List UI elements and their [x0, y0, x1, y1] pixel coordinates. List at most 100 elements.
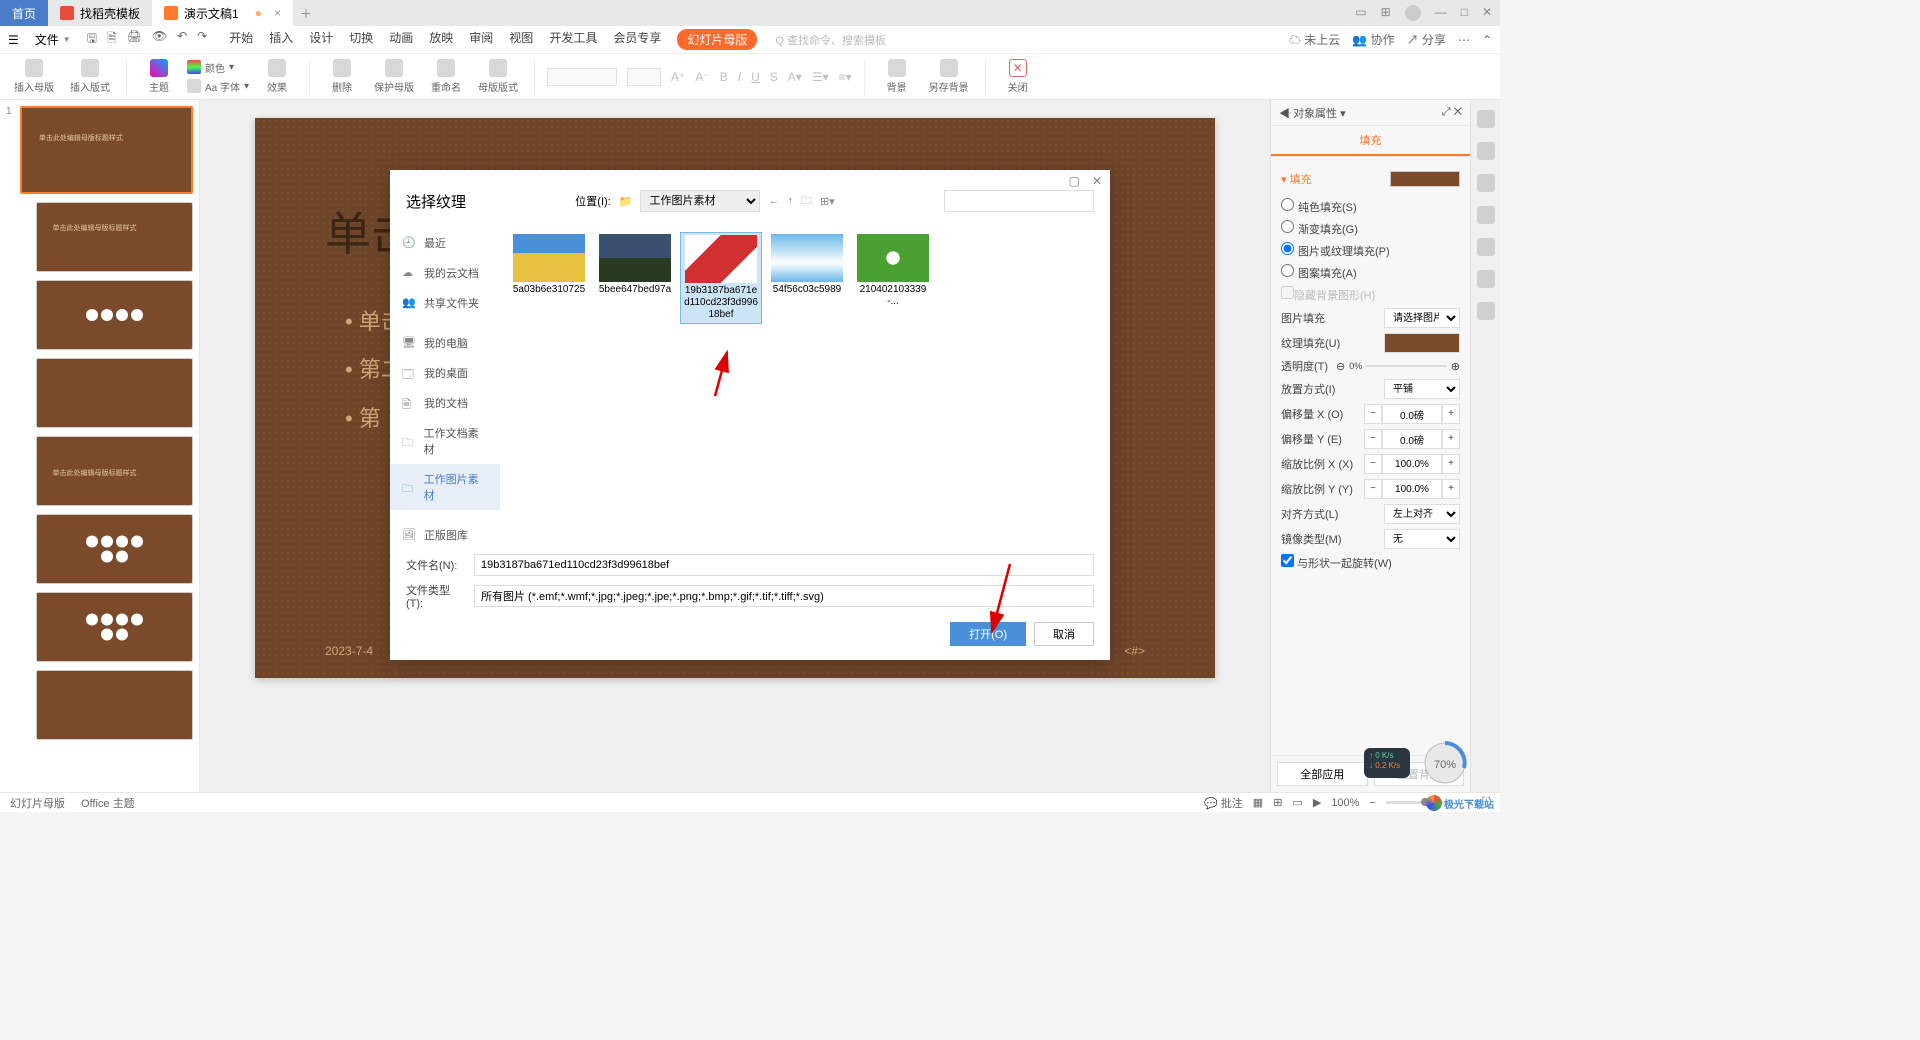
font-color-icon[interactable]: A▾: [788, 70, 802, 84]
file-4[interactable]: 54f56c03c5989: [766, 232, 848, 324]
status-comment[interactable]: 💬 批注: [1204, 795, 1243, 811]
mirror-select[interactable]: 无: [1384, 529, 1460, 549]
apply-all-button[interactable]: 全部应用: [1277, 762, 1368, 786]
rename-button[interactable]: 重命名: [426, 59, 466, 94]
side-wpic[interactable]: 🗀工作图片素材: [390, 464, 500, 510]
effects-button[interactable]: 效果: [257, 59, 297, 94]
opacity-inc[interactable]: ⊕: [1451, 360, 1460, 373]
thumb-layout-5[interactable]: [36, 514, 193, 584]
radio-pattern[interactable]: 图案填充(A): [1281, 264, 1357, 281]
close-master-button[interactable]: ✕关闭: [998, 59, 1038, 94]
strip-icon-1[interactable]: [1477, 110, 1495, 128]
view-icon[interactable]: ⊞▾: [820, 195, 835, 208]
fill-swatch[interactable]: [1390, 171, 1460, 187]
background-button[interactable]: 背景: [877, 59, 917, 94]
side-wdoc[interactable]: 🗀工作文档素材: [390, 418, 500, 464]
menu-play[interactable]: 放映: [429, 29, 453, 50]
view-slideshow-icon[interactable]: ▶: [1313, 796, 1321, 809]
menu-master[interactable]: 幻灯片母版: [677, 29, 757, 50]
command-search[interactable]: Q 查找命令、搜索模板: [775, 32, 886, 48]
bullets-icon[interactable]: ☰▾: [812, 70, 829, 84]
close-window-icon[interactable]: ✕: [1482, 5, 1492, 21]
tab-fill[interactable]: 填充: [1271, 126, 1470, 156]
maximize-icon[interactable]: □: [1461, 5, 1468, 21]
side-share[interactable]: 👥共享文件夹: [390, 288, 500, 318]
file-menu[interactable]: 文件 ▼: [29, 29, 77, 50]
tab-templates[interactable]: 找稻壳模板: [48, 0, 152, 26]
share-button[interactable]: ↗ 分享: [1407, 31, 1446, 48]
delete-button[interactable]: 删除: [322, 59, 362, 94]
dialog-min-icon[interactable]: ▢: [1069, 174, 1080, 180]
menu-transition[interactable]: 切换: [349, 29, 373, 50]
thumb-layout-4[interactable]: 单击此处编辑母版标题样式: [36, 436, 193, 506]
offx-input[interactable]: [1382, 404, 1442, 424]
strip-icon-3[interactable]: [1477, 174, 1495, 192]
layout-icon[interactable]: ▭: [1355, 5, 1366, 21]
saveas-icon[interactable]: 🗎: [107, 29, 117, 50]
thumb-layout-6[interactable]: [36, 592, 193, 662]
picture-fill-select[interactable]: 请选择图片: [1384, 308, 1460, 328]
thumb-layout-3[interactable]: [36, 358, 193, 428]
view-normal-icon[interactable]: ▦: [1253, 796, 1263, 809]
dialog-close-icon[interactable]: ✕: [1092, 174, 1102, 180]
tab-home[interactable]: 首页: [0, 0, 48, 26]
menu-design[interactable]: 设计: [309, 29, 333, 50]
font-size-select[interactable]: [627, 68, 661, 86]
file-1[interactable]: 5a03b6e310725: [508, 232, 590, 324]
side-cloud[interactable]: ☁我的云文档: [390, 258, 500, 288]
protect-button[interactable]: 保护母版: [370, 59, 418, 94]
layout-button[interactable]: 母版版式: [474, 59, 522, 94]
cloud-status[interactable]: ☁ 未上云: [1289, 31, 1340, 48]
close-tab-icon[interactable]: ×: [274, 6, 281, 20]
menu-member[interactable]: 会员专享: [613, 29, 661, 50]
zoom-circle[interactable]: 70%: [1420, 738, 1470, 788]
open-button[interactable]: 打开(O): [950, 622, 1026, 646]
up-icon[interactable]: ↑: [787, 195, 793, 207]
offy-dec[interactable]: −: [1364, 429, 1382, 449]
strip-icon-7[interactable]: [1477, 302, 1495, 320]
offx-dec[interactable]: −: [1364, 404, 1382, 424]
thumb-layout-1[interactable]: 单击此处编辑母版标题样式: [36, 202, 193, 272]
radio-solid[interactable]: 纯色填充(S): [1281, 198, 1357, 215]
menu-devtools[interactable]: 开发工具: [549, 29, 597, 50]
theme-button[interactable]: 主题: [139, 59, 179, 94]
offx-inc[interactable]: +: [1442, 404, 1460, 424]
thumb-layout-7[interactable]: [36, 670, 193, 740]
file-2[interactable]: 5bee647bed97a: [594, 232, 676, 324]
menu-animation[interactable]: 动画: [389, 29, 413, 50]
sclx-input[interactable]: [1382, 454, 1442, 474]
preview-icon[interactable]: 👁: [152, 29, 167, 50]
add-tab-button[interactable]: ＋: [293, 5, 319, 22]
back-icon[interactable]: ←: [768, 195, 779, 207]
numbering-icon[interactable]: ≡▾: [839, 70, 852, 84]
side-docs[interactable]: 🗎我的文档: [390, 388, 500, 418]
offy-inc[interactable]: +: [1442, 429, 1460, 449]
user-icon[interactable]: [1405, 5, 1421, 21]
view-reading-icon[interactable]: ▭: [1292, 796, 1302, 809]
colors-button[interactable]: 颜色 ▾: [187, 60, 249, 75]
hamburger-icon[interactable]: ☰: [8, 33, 19, 47]
radio-picture[interactable]: 图片或纹理填充(P): [1281, 242, 1390, 259]
file-5[interactable]: 210402103339-...: [852, 232, 934, 324]
view-sorter-icon[interactable]: ⊞: [1273, 796, 1282, 809]
more-icon[interactable]: ⋯: [1458, 33, 1470, 47]
side-stock[interactable]: 🖼正版图库: [390, 520, 500, 546]
print-icon[interactable]: 🖨: [127, 29, 142, 50]
zoom-out-icon[interactable]: −: [1369, 797, 1375, 809]
save-icon[interactable]: 🖫: [87, 29, 97, 50]
scly-inc[interactable]: +: [1442, 479, 1460, 499]
undo-icon[interactable]: ↶: [177, 29, 187, 50]
slide-thumbnail-panel[interactable]: 1单击此处编辑母版标题样式 单击此处编辑母版标题样式 单击此处编辑母版标题样式: [0, 100, 200, 792]
side-desktop[interactable]: 🗔我的桌面: [390, 358, 500, 388]
opacity-dec[interactable]: ⊖: [1336, 360, 1345, 373]
underline-icon[interactable]: U: [751, 70, 760, 84]
bold-icon[interactable]: B: [720, 70, 728, 84]
pin-icon[interactable]: ⤢: [1442, 106, 1451, 118]
collab-button[interactable]: 👥 协作: [1352, 31, 1394, 48]
sclx-dec[interactable]: −: [1364, 454, 1382, 474]
insert-master-button[interactable]: 插入母版: [10, 59, 58, 94]
side-pc[interactable]: 🖥我的电脑: [390, 328, 500, 358]
font-family-select[interactable]: [547, 68, 617, 86]
texture-fill-select[interactable]: [1384, 333, 1460, 353]
side-recent[interactable]: 🕘最近: [390, 228, 500, 258]
